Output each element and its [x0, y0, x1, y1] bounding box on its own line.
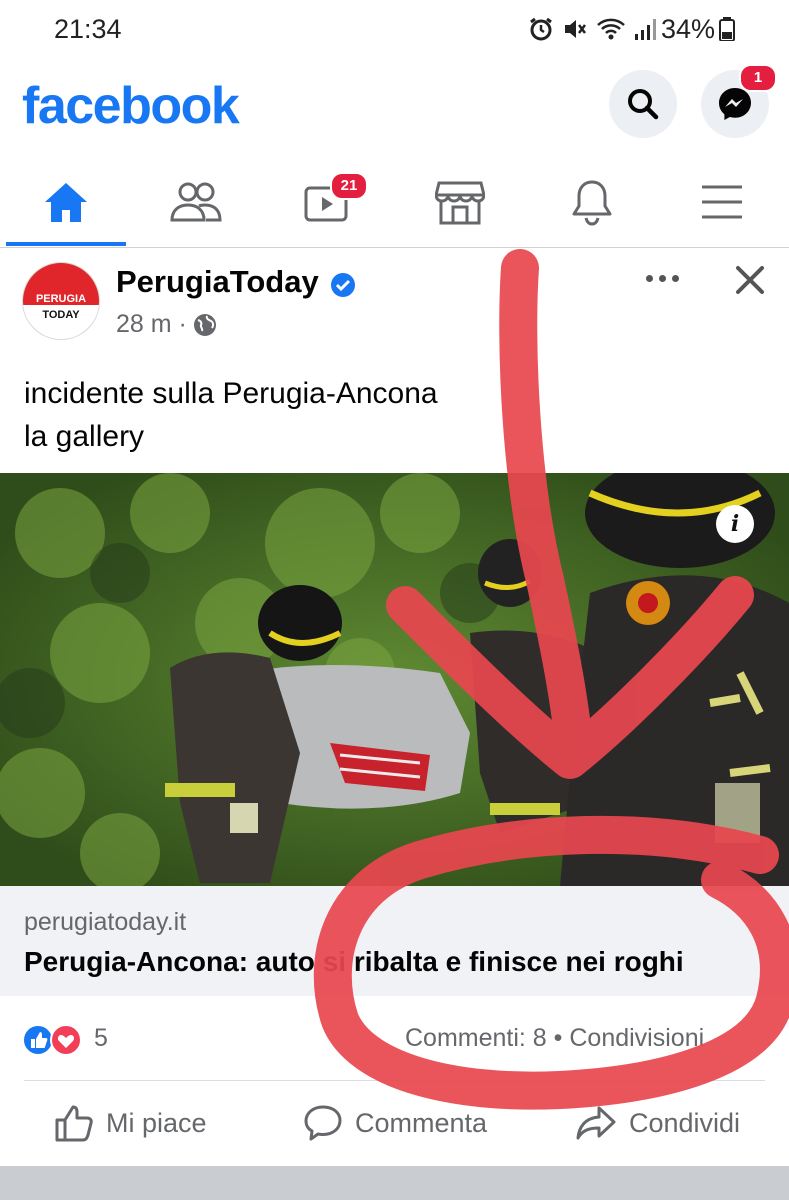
page-name[interactable]: PerugiaToday: [116, 264, 319, 300]
search-button[interactable]: [609, 70, 677, 138]
feed-separator: [0, 1166, 789, 1200]
verified-badge-icon: [331, 273, 355, 297]
status-time: 21:34: [54, 14, 122, 44]
comment-label: Commenta: [355, 1107, 488, 1138]
post-time[interactable]: 28 m ·: [116, 310, 187, 339]
tab-home[interactable]: [6, 158, 126, 246]
avatar[interactable]: PERUGIA TODAY: [22, 262, 100, 340]
post-text: incidente sulla Perugia-Ancona la galler…: [24, 372, 764, 458]
globe-icon: [193, 313, 216, 336]
tab-notifications[interactable]: [532, 158, 652, 246]
home-icon: [45, 183, 87, 222]
avatar-text-bottom: TODAY: [42, 309, 80, 321]
reaction-count[interactable]: 5: [94, 1024, 108, 1053]
watch-badge: 21: [330, 172, 368, 200]
post-header: PERUGIA TODAY PerugiaToday 28 m ·: [0, 250, 789, 370]
alarm-icon: [530, 17, 552, 41]
marketplace-icon: [435, 181, 485, 225]
messenger-button[interactable]: 1: [701, 64, 777, 138]
thumbs-up-icon: [55, 1105, 93, 1142]
post-text-line: la gallery: [24, 420, 145, 453]
wifi-icon: [597, 18, 625, 40]
comment-button[interactable]: Commenta: [303, 1104, 487, 1142]
post-meta: 28 m ·: [116, 310, 217, 339]
close-icon[interactable]: [730, 260, 770, 300]
comment-icon: [304, 1105, 342, 1141]
link-preview[interactable]: perugiatoday.it Perugia-Ancona: auto si …: [0, 886, 789, 996]
facebook-logo[interactable]: facebook: [22, 76, 240, 136]
search-icon: [628, 89, 659, 120]
share-button[interactable]: Condividi: [575, 1104, 740, 1142]
tab-bar: 21: [0, 158, 789, 248]
like-label: Mi piace: [106, 1107, 207, 1138]
reaction-icons[interactable]: [22, 1024, 92, 1056]
like-button[interactable]: Mi piace: [54, 1104, 207, 1142]
messenger-badge: 1: [739, 64, 777, 92]
divider: [24, 1080, 765, 1081]
more-options-button[interactable]: [640, 268, 684, 288]
reactions-bar: 5 Commenti: 8 • Condivisioni: [0, 1010, 789, 1080]
post-photo[interactable]: i: [0, 473, 789, 886]
friends-icon: [170, 182, 222, 222]
status-bar: 21:34 34%: [0, 0, 789, 60]
signal-icon: [635, 19, 656, 40]
tab-marketplace[interactable]: [400, 158, 520, 246]
comments-shares-count[interactable]: Commenti: 8 • Condivisioni: [405, 1024, 704, 1053]
battery-percent: 34%: [661, 14, 716, 44]
accident-photo: [0, 473, 789, 886]
share-icon: [576, 1106, 616, 1140]
avatar-text-top: PERUGIA: [35, 293, 87, 305]
info-icon[interactable]: i: [716, 505, 754, 543]
bell-icon: [572, 180, 612, 226]
tab-watch[interactable]: 21: [268, 158, 388, 246]
menu-icon: [702, 185, 742, 219]
app-header: facebook 1: [0, 60, 789, 155]
battery-icon: [719, 17, 735, 41]
tab-menu[interactable]: [662, 158, 782, 246]
post-text-line: incidente sulla Perugia-Ancona: [24, 377, 438, 410]
mute-icon: [565, 20, 586, 38]
link-title: Perugia-Ancona: auto si ribalta e finisc…: [24, 946, 684, 977]
share-label: Condividi: [629, 1107, 741, 1138]
active-tab-indicator: [6, 242, 126, 246]
link-domain: perugiatoday.it: [24, 908, 187, 936]
post-actions: Mi piace Commenta Condividi: [0, 1090, 789, 1162]
status-icons: [528, 16, 658, 42]
tab-friends[interactable]: [136, 158, 256, 246]
